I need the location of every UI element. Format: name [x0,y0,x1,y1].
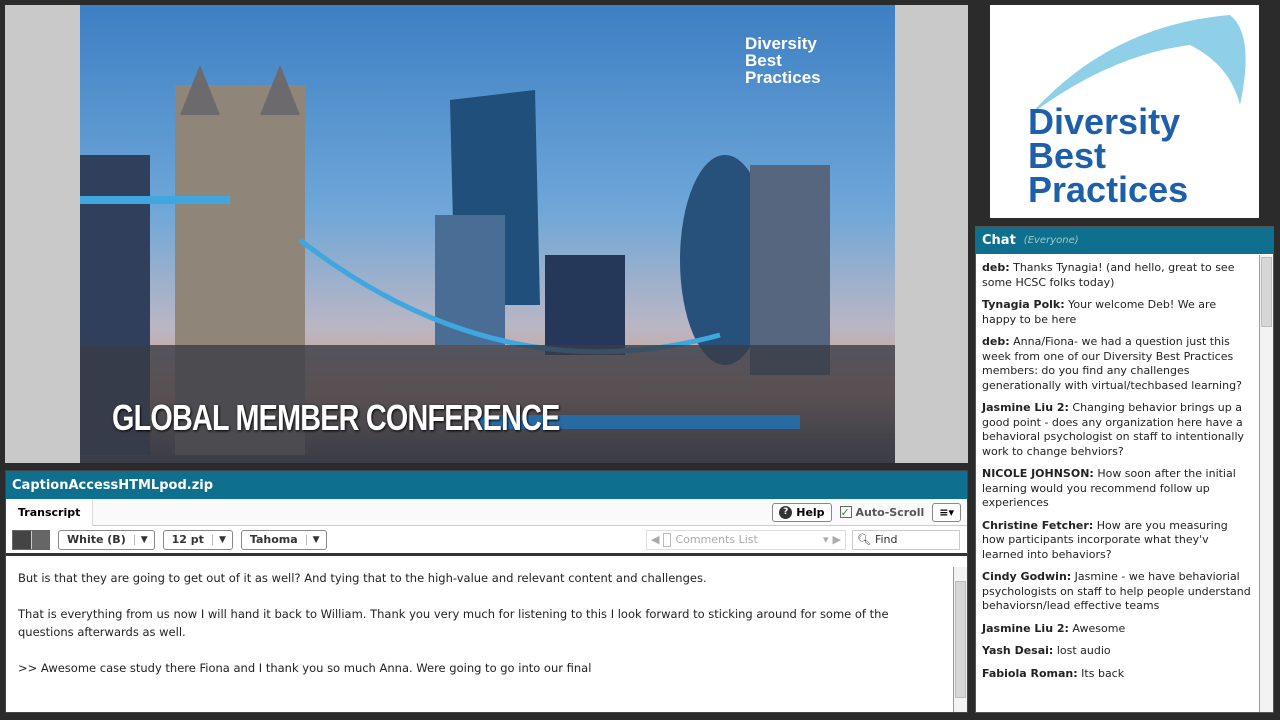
help-label: Help [796,505,825,519]
menu-icon: ≡▾ [939,505,954,519]
chat-sender: Christine Fetcher: [982,518,1094,532]
chat-scroll-thumb[interactable] [1261,257,1272,327]
tab-transcript[interactable]: Transcript [6,498,94,526]
transcript-scrollbar[interactable] [953,567,967,712]
options-menu-button[interactable]: ≡▾ [932,502,961,522]
caption-pod: CaptionAccessHTMLpod.zip Transcript ? Hel… [5,470,968,713]
slide-logo-text: Diversity Best Practices [745,34,821,87]
find-input[interactable]: 🔍︎ Find [852,529,960,550]
chat-message: NICOLE JOHNSON: How soon after the initi… [982,467,1252,511]
logo-pod: Diversity Best Practices [990,5,1259,218]
help-button[interactable]: ? Help [772,502,832,522]
font-select-value: Tahoma [249,533,298,546]
chat-sender: Tynagia Polk: [982,298,1065,311]
next-icon[interactable]: ▶ [833,533,841,546]
slide-pod: Diversity Best Practices GLOBAL MEMBER C… [5,5,968,463]
comments-checkbox[interactable] [663,532,672,547]
chat-sender: Cindy Godwin: [982,570,1072,583]
caption-header: CaptionAccessHTMLpod.zip [6,471,967,499]
chevron-down-icon: ▾ [823,533,829,546]
chat-sender: Jasmine Liu 2: [982,401,1069,414]
caption-tabbar: Transcript ? Help ✓ Auto-Scroll ≡▾ [6,498,967,526]
chat-scrollbar[interactable] [1259,255,1273,712]
caption-title: CaptionAccessHTMLpod.zip [12,477,214,493]
logo-text: Diversity Best Practices [1028,101,1189,210]
chat-message-list: deb: Thanks Tynagia! (and hello, great t… [976,255,1258,712]
size-select[interactable]: 12 pt ▼ [162,529,233,550]
chat-sender: Jasmine Liu 2: [982,621,1069,635]
chat-message: Cindy Godwin: Jasmine - we have behavior… [982,570,1252,614]
chat-message: Christine Fetcher: How are you measuring… [982,519,1252,563]
chat-text: lost audio [1056,644,1111,657]
chat-text: Anna/Fiona- we had a question just this … [982,335,1242,392]
chat-sender: Fabiola Roman: [982,666,1078,680]
chat-message: Jasmine Liu 2: Awesome [982,622,1252,637]
transcript-scroll-thumb[interactable] [955,581,966,698]
caption-toolbar: White (B) ▼ 12 pt ▼ Tahoma ▼ ◀ Comments List… [6,526,967,556]
chat-text: Awesome [1072,621,1126,635]
chat-message: Fabiola Roman: Its back [982,667,1252,682]
autoscroll-checkbox[interactable]: ✓ Auto-Scroll [839,505,925,519]
transcript-line: >> Awesome case study there Fiona and I … [18,661,592,675]
layout-toggle[interactable] [12,529,50,550]
chat-message: Yash Desai: lost audio [982,644,1252,659]
chevron-down-icon: ▼ [133,534,154,545]
comments-label: Comments List [675,533,758,546]
autoscroll-label: Auto-Scroll [855,505,925,519]
comments-list-select[interactable]: ◀ Comments List ▾ ▶ [646,529,846,550]
conference-slide: Diversity Best Practices GLOBAL MEMBER C… [80,5,895,463]
checkbox-checked-icon: ✓ [839,506,852,519]
chat-header: Chat (Everyone) [976,227,1273,254]
transcript-text: But is that they are going to get out of… [6,559,951,712]
chat-sender: deb: [982,335,1010,348]
font-select[interactable]: Tahoma ▼ [240,529,327,550]
transcript-line: That is everything from us now I will ha… [18,607,889,639]
chat-sender: Yash Desai: [982,644,1054,657]
help-icon: ? [779,505,793,519]
color-select[interactable]: White (B) ▼ [58,529,155,550]
chat-sender: NICOLE JOHNSON: [982,467,1094,480]
chat-message: Jasmine Liu 2: Changing behavior brings … [982,401,1252,459]
size-select-value: 12 pt [171,533,204,546]
chevron-down-icon: ▼ [211,534,232,545]
transcript-line: But is that they are going to get out of… [18,571,707,585]
chat-text: Its back [1081,666,1125,680]
chat-message: Tynagia Polk: Your welcome Deb! We are h… [982,298,1252,327]
slide-title: GLOBAL MEMBER CONFERENCE [112,397,560,438]
chat-scope: (Everyone) [1023,235,1079,246]
color-select-value: White (B) [67,533,126,546]
chat-pod: Chat (Everyone) deb: Thanks Tynagia! (an… [975,226,1274,713]
chat-message: deb: Thanks Tynagia! (and hello, great t… [982,261,1252,290]
search-icon: 🔍︎ [857,533,871,546]
chat-title: Chat [982,233,1016,248]
chevron-down-icon: ▼ [305,534,326,545]
chat-sender: deb: [982,261,1010,274]
layout-split-icon[interactable] [31,530,49,549]
find-placeholder: Find [874,533,898,546]
chat-message: deb: Anna/Fiona- we had a question just … [982,335,1252,393]
prev-icon[interactable]: ◀ [651,533,659,546]
layout-single-icon[interactable] [13,530,31,549]
slide-logo: Diversity Best Practices [745,35,855,86]
chat-text: Thanks Tynagia! (and hello, great to see… [982,261,1235,289]
